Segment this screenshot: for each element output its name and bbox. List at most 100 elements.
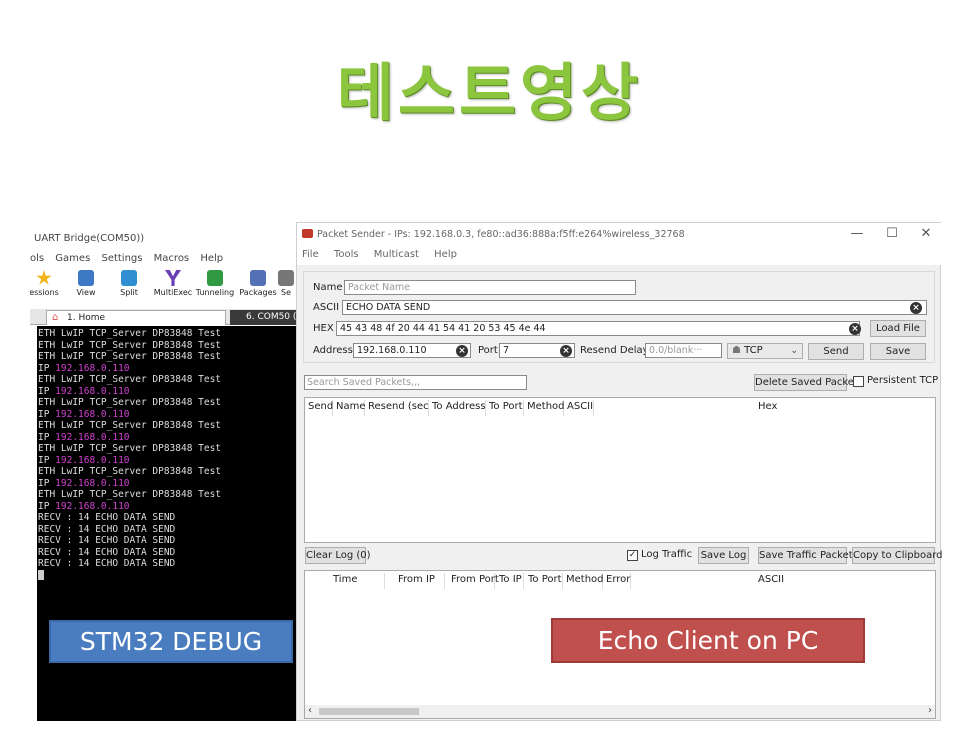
col-method[interactable]: Method (524, 400, 565, 416)
packet-name-input[interactable]: Packet Name (344, 280, 636, 295)
terminal-line: ETH LwIP TCP_Server DP83848 Test (38, 466, 222, 477)
col-hex[interactable]: Hex (755, 400, 805, 416)
terminal-line: ETH LwIP TCP_Server DP83848 Test (38, 420, 222, 431)
protocol-select[interactable]: ☗ TCP ⌄ (727, 343, 803, 359)
hex-label: HEX (313, 323, 334, 334)
ascii-input[interactable]: ECHO DATA SEND (342, 300, 927, 315)
col-to-port[interactable]: To Port (486, 400, 524, 416)
ip-address: 192.168.0.110 (55, 408, 130, 420)
toolbar-multiexec-button[interactable]: MultiExec (151, 269, 195, 297)
close-button[interactable]: ✕ (911, 226, 941, 241)
persistent-tcp-label: Persistent TCP (867, 375, 939, 386)
minimize-button[interactable]: — (842, 226, 872, 241)
terminal-cursor (38, 569, 44, 580)
col-ascii[interactable]: ASCII (564, 400, 594, 416)
saved-packets-table[interactable]: Send Name Resend (sec) To Address To Por… (304, 397, 936, 543)
save-traffic-packet-button[interactable]: Save Traffic Packet (758, 547, 853, 564)
col-to-port[interactable]: To Port (525, 573, 563, 589)
terminal-line: IP 192.168.0.110 (38, 408, 130, 420)
address-input[interactable]: 192.168.0.110 (353, 343, 471, 358)
name-label: Name (313, 282, 343, 293)
col-from-port[interactable]: From Port (448, 573, 499, 589)
save-button[interactable]: Save (870, 343, 926, 360)
chevron-down-icon: ⌄ (790, 346, 798, 356)
stm32-debug-label: STM32 DEBUG (49, 620, 293, 663)
terminal-title: UART Bridge(COM50)) (34, 233, 145, 244)
terminal-line: IP 192.168.0.110 (38, 500, 130, 512)
menu-tools[interactable]: Tools (334, 249, 359, 260)
col-send[interactable]: Send (305, 400, 333, 416)
menu-file[interactable]: File (302, 249, 319, 260)
search-saved-packets-input[interactable]: Search Saved Packets,,, (304, 375, 527, 390)
ip-address: 192.168.0.110 (55, 477, 130, 489)
terminal-line: ETH LwIP TCP_Server DP83848 Test (38, 443, 222, 454)
terminal-line: IP 192.168.0.110 (38, 385, 130, 397)
tunneling-icon (207, 270, 223, 286)
split-icon (121, 270, 137, 286)
col-resend[interactable]: Resend (sec) (365, 400, 429, 416)
star-icon (36, 270, 52, 285)
copy-to-clipboard-button[interactable]: Copy to Clipboard (852, 547, 943, 564)
load-file-button[interactable]: Load File (870, 320, 926, 337)
network-icon: ☗ (732, 345, 745, 356)
toolbar-split-button[interactable]: Split (107, 269, 151, 297)
terminal-line: IP 192.168.0.110 (38, 431, 130, 443)
packet-editor-panel: Name Packet Name ASCII ECHO DATA SEND × … (303, 271, 935, 363)
packages-icon (250, 270, 266, 286)
send-button[interactable]: Send (808, 343, 864, 360)
ip-address: 192.168.0.110 (55, 362, 130, 374)
terminal-line: ETH LwIP TCP_Server DP83848 Test (38, 374, 222, 385)
tab-home[interactable]: ⌂ 1. Home (46, 310, 226, 325)
col-time[interactable]: Time (330, 573, 385, 589)
terminal-line: RECV : 14 ECHO DATA SEND (38, 546, 176, 558)
terminal-line: RECV : 14 ECHO DATA SEND (38, 523, 176, 535)
delete-saved-packet-button[interactable]: Delete Saved Packet (754, 374, 858, 391)
menu-multicast[interactable]: Multicast (374, 249, 419, 260)
col-to-ip[interactable]: To IP (496, 573, 524, 589)
log-traffic-label: Log Traffic (641, 549, 693, 560)
scroll-left-icon[interactable]: ‹ (308, 705, 312, 716)
clear-hex-icon[interactable]: × (849, 323, 861, 335)
col-error[interactable]: Error (603, 573, 631, 589)
scrollbar-thumb[interactable] (319, 708, 419, 715)
clear-log-button[interactable]: Clear Log (0) (305, 547, 371, 564)
ip-address: 192.168.0.110 (55, 500, 130, 512)
col-from-ip[interactable]: From IP (395, 573, 445, 589)
col-name[interactable]: Name (333, 400, 366, 416)
col-ascii[interactable]: ASCII (755, 573, 905, 589)
clear-ascii-icon[interactable]: × (910, 302, 922, 314)
toolbar-settings-button[interactable]: Se (274, 269, 296, 297)
persistent-tcp-checkbox[interactable] (853, 376, 864, 387)
hex-input[interactable]: 45 43 48 4f 20 44 41 54 41 20 53 45 4e 4… (336, 321, 860, 336)
save-log-button[interactable]: Save Log (698, 547, 749, 564)
col-to-address[interactable]: To Address (429, 400, 486, 416)
toolbar-view-button[interactable]: View (64, 269, 108, 297)
clear-address-icon[interactable]: × (456, 345, 468, 357)
terminal-line: IP 192.168.0.110 (38, 454, 130, 466)
toolbar-sessions-button[interactable]: essions (30, 269, 66, 297)
ps-titlebar: Packet Sender - IPs: 192.168.0.3, fe80::… (297, 223, 942, 247)
horizontal-scrollbar[interactable]: ‹ › (305, 705, 935, 718)
toolbar-tunneling-button[interactable]: Tunneling (193, 269, 237, 297)
terminal-menu: ols Games Settings Macros Help (30, 253, 231, 264)
menu-help[interactable]: Help (200, 253, 223, 264)
clear-port-icon[interactable]: × (560, 345, 572, 357)
tab-com50[interactable]: 6. COM50 ( (230, 310, 296, 325)
resend-delay-label: Resend Delay (580, 345, 649, 356)
menu-tools[interactable]: ols (30, 253, 44, 264)
ip-address: 192.168.0.110 (55, 385, 130, 397)
menu-help[interactable]: Help (434, 249, 457, 260)
terminal-line: IP 192.168.0.110 (38, 477, 130, 489)
menu-games[interactable]: Games (55, 253, 90, 264)
resend-delay-input[interactable]: 0.0/blank··· (645, 343, 722, 358)
log-traffic-checkbox[interactable]: ✓ (627, 550, 638, 561)
menu-macros[interactable]: Macros (154, 253, 189, 264)
menu-settings[interactable]: Settings (101, 253, 142, 264)
maximize-button[interactable]: ☐ (877, 226, 907, 241)
ip-address: 192.168.0.110 (55, 454, 130, 466)
terminal-line: ETH LwIP TCP_Server DP83848 Test (38, 397, 222, 408)
scroll-right-icon[interactable]: › (928, 705, 932, 716)
terminal-line: RECV : 14 ECHO DATA SEND (38, 535, 176, 546)
ip-address: 192.168.0.110 (55, 431, 130, 443)
col-method[interactable]: Method (563, 573, 604, 589)
